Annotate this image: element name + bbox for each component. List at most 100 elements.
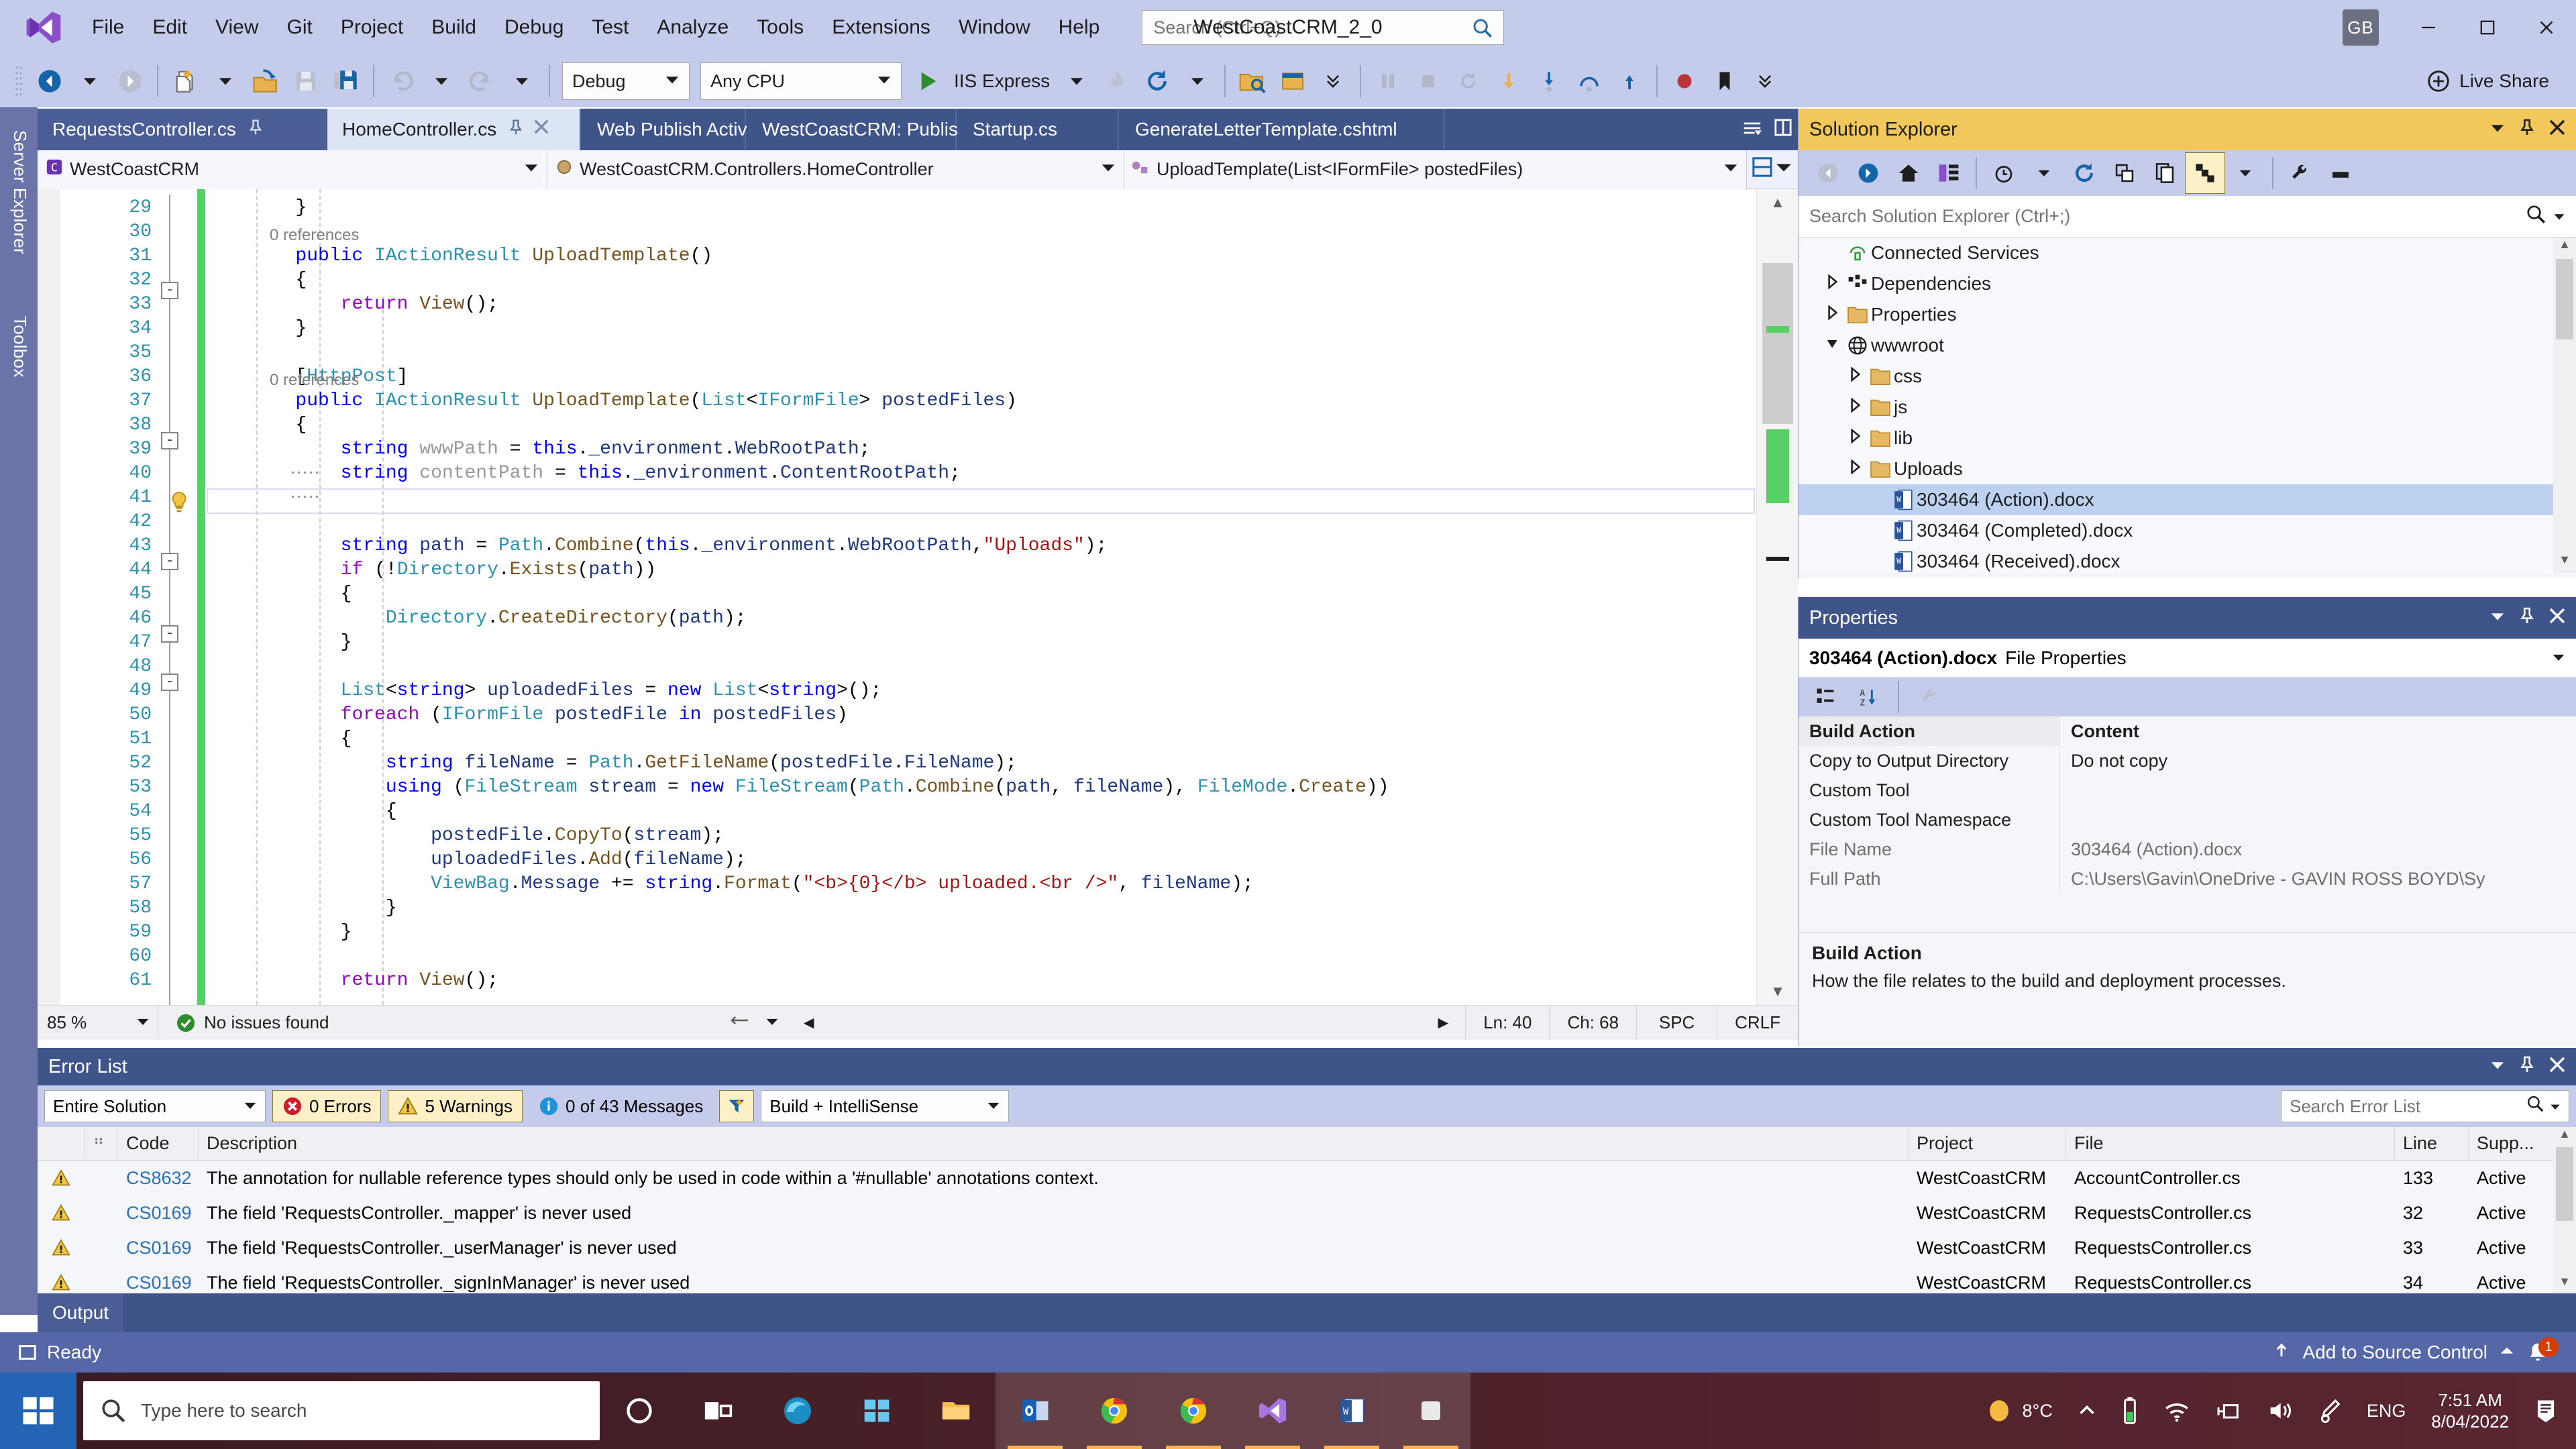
properties-grid[interactable]: Build Action Content Copy to Output Direct…	[1799, 716, 2576, 894]
pin-icon[interactable]	[508, 119, 523, 140]
error-code[interactable]: CS0169	[118, 1230, 199, 1265]
redo-button[interactable]	[462, 60, 502, 102]
scroll-left-button[interactable]: ◄	[787, 1012, 831, 1033]
tree-item[interactable]: css	[1799, 361, 2576, 392]
code-line[interactable]: {	[205, 800, 1756, 824]
error-list-search[interactable]	[2281, 1090, 2569, 1122]
tool-tab-server-explorer[interactable]: Server Explorer	[9, 119, 30, 265]
tree-item[interactable]: wwwroot	[1799, 330, 2576, 361]
task-view-icon[interactable]	[679, 1373, 758, 1449]
volume-icon[interactable]	[2254, 1373, 2305, 1449]
code-line[interactable]: }	[205, 317, 1756, 341]
code-lens-references[interactable]: 0 references	[270, 370, 359, 390]
microsoft-store-icon[interactable]	[837, 1373, 916, 1449]
tree-item[interactable]: lib	[1799, 423, 2576, 453]
panel-close-button[interactable]	[2549, 608, 2565, 629]
error-list-row[interactable]: CS0169 The field 'RequestsController._sig…	[38, 1265, 2576, 1292]
find-in-files-button[interactable]	[1232, 60, 1273, 102]
solution-tree-scrollbar[interactable]: ▲ ▼	[2553, 237, 2576, 573]
redo-dropdown[interactable]	[502, 60, 542, 102]
messages-filter-toggle[interactable]: 0 of 43 Messages	[529, 1090, 712, 1122]
menu-window[interactable]: Window	[945, 0, 1044, 55]
close-icon[interactable]	[533, 118, 550, 141]
code-line[interactable]: }	[205, 896, 1756, 920]
chevron-up-icon[interactable]	[2500, 1342, 2514, 1363]
code-line[interactable]: return View();	[205, 292, 1756, 317]
column-header-line[interactable]: Line	[2395, 1127, 2469, 1160]
chevron-down-icon[interactable]	[2552, 647, 2565, 669]
editor-scroll-thumb[interactable]	[1762, 263, 1793, 424]
zoom-level-combo[interactable]: 85 %	[38, 1006, 158, 1040]
show-all-files-button[interactable]	[2145, 152, 2185, 194]
solution-explorer-tree[interactable]: Connected Services Dependencies Properties…	[1799, 237, 2576, 573]
word-taskbar-icon[interactable]: W	[1312, 1373, 1391, 1449]
refresh-button[interactable]	[2064, 152, 2104, 194]
column-header-code[interactable]: Code	[118, 1127, 199, 1160]
code-line[interactable]	[205, 220, 1756, 244]
scroll-down-button[interactable]: ▼	[1757, 978, 1798, 1005]
code-line[interactable]: string wwwPath = this._environment.WebRo…	[205, 437, 1756, 462]
alphabetical-view-button[interactable]: AZ	[1848, 676, 1888, 718]
outlook-icon[interactable]	[996, 1373, 1075, 1449]
search-options-dropdown[interactable]	[2550, 1095, 2561, 1118]
chevron-down-icon[interactable]	[1821, 337, 1844, 354]
tab-homecontroller-cs[interactable]: HomeController.cs	[327, 109, 581, 150]
code-line[interactable]: [HttpPost]	[205, 365, 1756, 389]
pending-changes-dropdown[interactable]	[2024, 152, 2064, 194]
tab-startup-cs[interactable]: Startup.cs	[958, 109, 1119, 150]
error-code[interactable]: CS0169	[118, 1195, 199, 1230]
collapse-region-37-button[interactable]: -	[161, 432, 178, 449]
tool-tab-toolbox[interactable]: Toolbox	[9, 305, 30, 388]
undo-button[interactable]	[381, 60, 421, 102]
collapse-region-31-button[interactable]: -	[161, 282, 178, 299]
editor-split-icon[interactable]	[722, 1012, 757, 1033]
code-editor[interactable]: 29 30 31 32 33 34 35 36 37 38 39 40 41 42 43 44 45 46 47 48…	[38, 189, 1798, 1005]
menu-test[interactable]: Test	[578, 0, 643, 55]
input-language-indicator[interactable]: ENG	[2355, 1373, 2418, 1449]
collapse-region-44-button[interactable]: -	[161, 553, 178, 570]
code-line[interactable]	[205, 655, 1756, 679]
error-scope-combo[interactable]: Entire Solution	[44, 1090, 266, 1122]
tree-item[interactable]: Uploads	[1799, 453, 2576, 484]
property-value[interactable]	[2060, 805, 2576, 835]
menu-file[interactable]: File	[78, 0, 138, 55]
scroll-down-button[interactable]: ▼	[2553, 1275, 2576, 1293]
split-editor-icon[interactable]	[1752, 156, 1772, 182]
refresh-button[interactable]	[1137, 60, 1177, 102]
save-button[interactable]	[286, 60, 326, 102]
visual-studio-taskbar-icon[interactable]	[1233, 1373, 1312, 1449]
column-header-grip[interactable]	[85, 1127, 118, 1160]
tab-westcoastcrm-publish[interactable]: WestCoastCRM: Publish	[747, 109, 969, 150]
menu-analyze[interactable]: Analyze	[643, 0, 743, 55]
toolbar-grip[interactable]	[15, 65, 24, 97]
refresh-dropdown[interactable]	[1177, 60, 1218, 102]
start-target-label[interactable]: IIS Express	[947, 70, 1057, 92]
chevron-right-icon[interactable]	[1844, 366, 1867, 386]
code-line[interactable]: return View();	[205, 969, 1756, 993]
property-row[interactable]: Custom Tool	[1799, 775, 2576, 805]
toolbar-overflow-2-button[interactable]	[1745, 60, 1785, 102]
maximize-button[interactable]	[2458, 0, 2517, 55]
code-line[interactable]: if (!Directory.Exists(path))	[205, 558, 1756, 582]
avatar[interactable]: GB	[2343, 9, 2379, 46]
start-target-dropdown[interactable]	[1057, 60, 1097, 102]
solution-platform-combo[interactable]: Any CPU	[700, 62, 902, 100]
quick-launch-input[interactable]	[1142, 17, 1504, 38]
minimize-button[interactable]	[2399, 0, 2458, 55]
editor-text-surface[interactable]: } 0 references public IActionResult Uploa…	[205, 189, 1756, 1005]
code-line[interactable]	[205, 945, 1756, 969]
toolbar-overflow-button[interactable]	[1313, 60, 1353, 102]
toggle-breakpoint-button[interactable]	[1664, 60, 1705, 102]
navbar-member-dropdown[interactable]: UploadTemplate(List<IFormFile> postedFil…	[1124, 150, 1747, 189]
panel-pin-button[interactable]	[2520, 119, 2534, 141]
collapse-all-button[interactable]	[2104, 152, 2145, 194]
pin-icon[interactable]	[248, 119, 263, 140]
error-list-row[interactable]: CS8632 The annotation for nullable refere…	[38, 1161, 2576, 1195]
property-row[interactable]: File Name 303464 (Action).docx	[1799, 835, 2576, 864]
indentation-indicator[interactable]: SPC	[1636, 1006, 1717, 1040]
line-ending-indicator[interactable]: CRLF	[1717, 1006, 1798, 1040]
edge-icon[interactable]	[758, 1373, 837, 1449]
issues-indicator[interactable]: No issues found	[158, 1012, 346, 1033]
show-next-statement-button[interactable]	[1489, 60, 1529, 102]
menu-help[interactable]: Help	[1044, 0, 1114, 55]
